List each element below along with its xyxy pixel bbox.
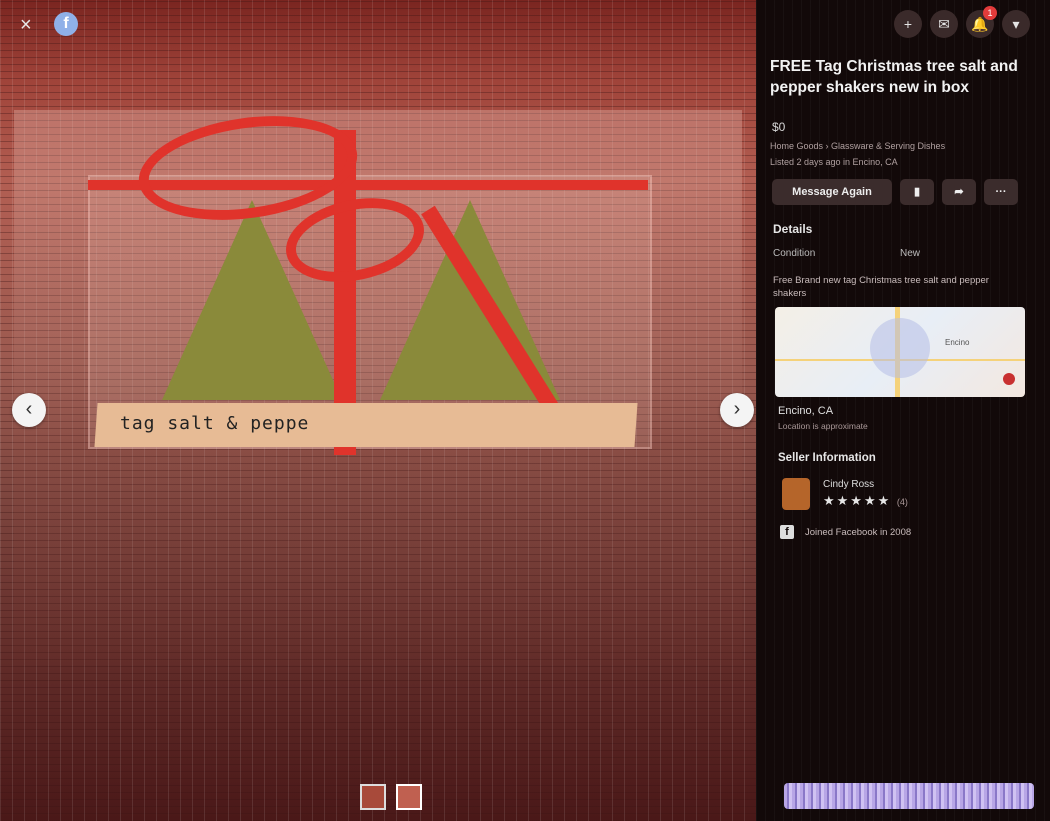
next-photo-button[interactable]: › xyxy=(720,393,754,427)
bell-icon[interactable]: 🔔 1 xyxy=(966,6,997,38)
listing-description: Free Brand new tag Christmas tree salt a… xyxy=(773,275,989,299)
condition-value: New xyxy=(900,248,921,259)
facebook-icon: f xyxy=(780,525,794,539)
photo-thumbnail-active[interactable] xyxy=(396,784,422,810)
location-city: Encino, CA xyxy=(778,405,834,417)
rating-stars: ★★★★★ xyxy=(823,493,892,508)
condition-label: Condition xyxy=(773,248,816,259)
previous-photo-button[interactable]: ‹ xyxy=(12,393,46,427)
photo-thumbnail[interactable] xyxy=(360,784,386,810)
listing-title: FREE Tag Christmas tree salt and pepper … xyxy=(770,58,1018,96)
location-approximate-note: Location is approximate xyxy=(778,421,868,431)
listing-posted-info: Listed 2 days ago in Encino, CA xyxy=(770,157,898,167)
plus-icon[interactable]: + xyxy=(894,10,922,38)
box-label-text: tag salt & peppe xyxy=(120,413,310,434)
seller-name[interactable]: Cindy Ross xyxy=(823,479,874,490)
seller-rating-stars: ★★★★★ (4) xyxy=(823,493,908,509)
rating-count: (4) xyxy=(896,497,908,507)
map-place-label: Encino xyxy=(945,338,970,347)
map-pin-icon xyxy=(1003,373,1015,385)
listing-category-breadcrumb[interactable]: Home Goods › Glassware & Serving Dishes xyxy=(770,141,945,151)
share-button[interactable]: ➦ xyxy=(942,179,976,205)
messenger-icon[interactable]: ✉ xyxy=(930,10,958,38)
account-menu-icon[interactable]: ▾ xyxy=(1002,10,1030,38)
notification-badge: 1 xyxy=(983,6,997,20)
more-options-button[interactable]: ··· xyxy=(984,179,1018,205)
seller-joined-info: Joined Facebook in 2008 xyxy=(805,527,912,538)
save-button[interactable]: ▮ xyxy=(900,179,934,205)
message-again-button[interactable]: Message Again xyxy=(772,179,892,205)
seller-avatar[interactable] xyxy=(782,478,810,510)
top-nav-icons: + ✉ 🔔 1 ▾ xyxy=(894,6,1030,38)
photo-viewer: tag salt & peppe × f ‹ › xyxy=(0,0,756,821)
listing-actions: Message Again ▮ ➦ ··· xyxy=(772,179,1018,205)
message-seller-bar[interactable] xyxy=(784,783,1034,809)
map-area-circle xyxy=(870,318,930,378)
photo-thumbnails xyxy=(360,784,422,810)
seller-info-heading: Seller Information xyxy=(778,452,876,464)
listing-price: $0 xyxy=(772,120,786,134)
details-heading: Details xyxy=(773,222,813,236)
close-viewer-button[interactable]: × xyxy=(20,14,32,37)
facebook-logo-icon[interactable]: f xyxy=(54,12,78,36)
